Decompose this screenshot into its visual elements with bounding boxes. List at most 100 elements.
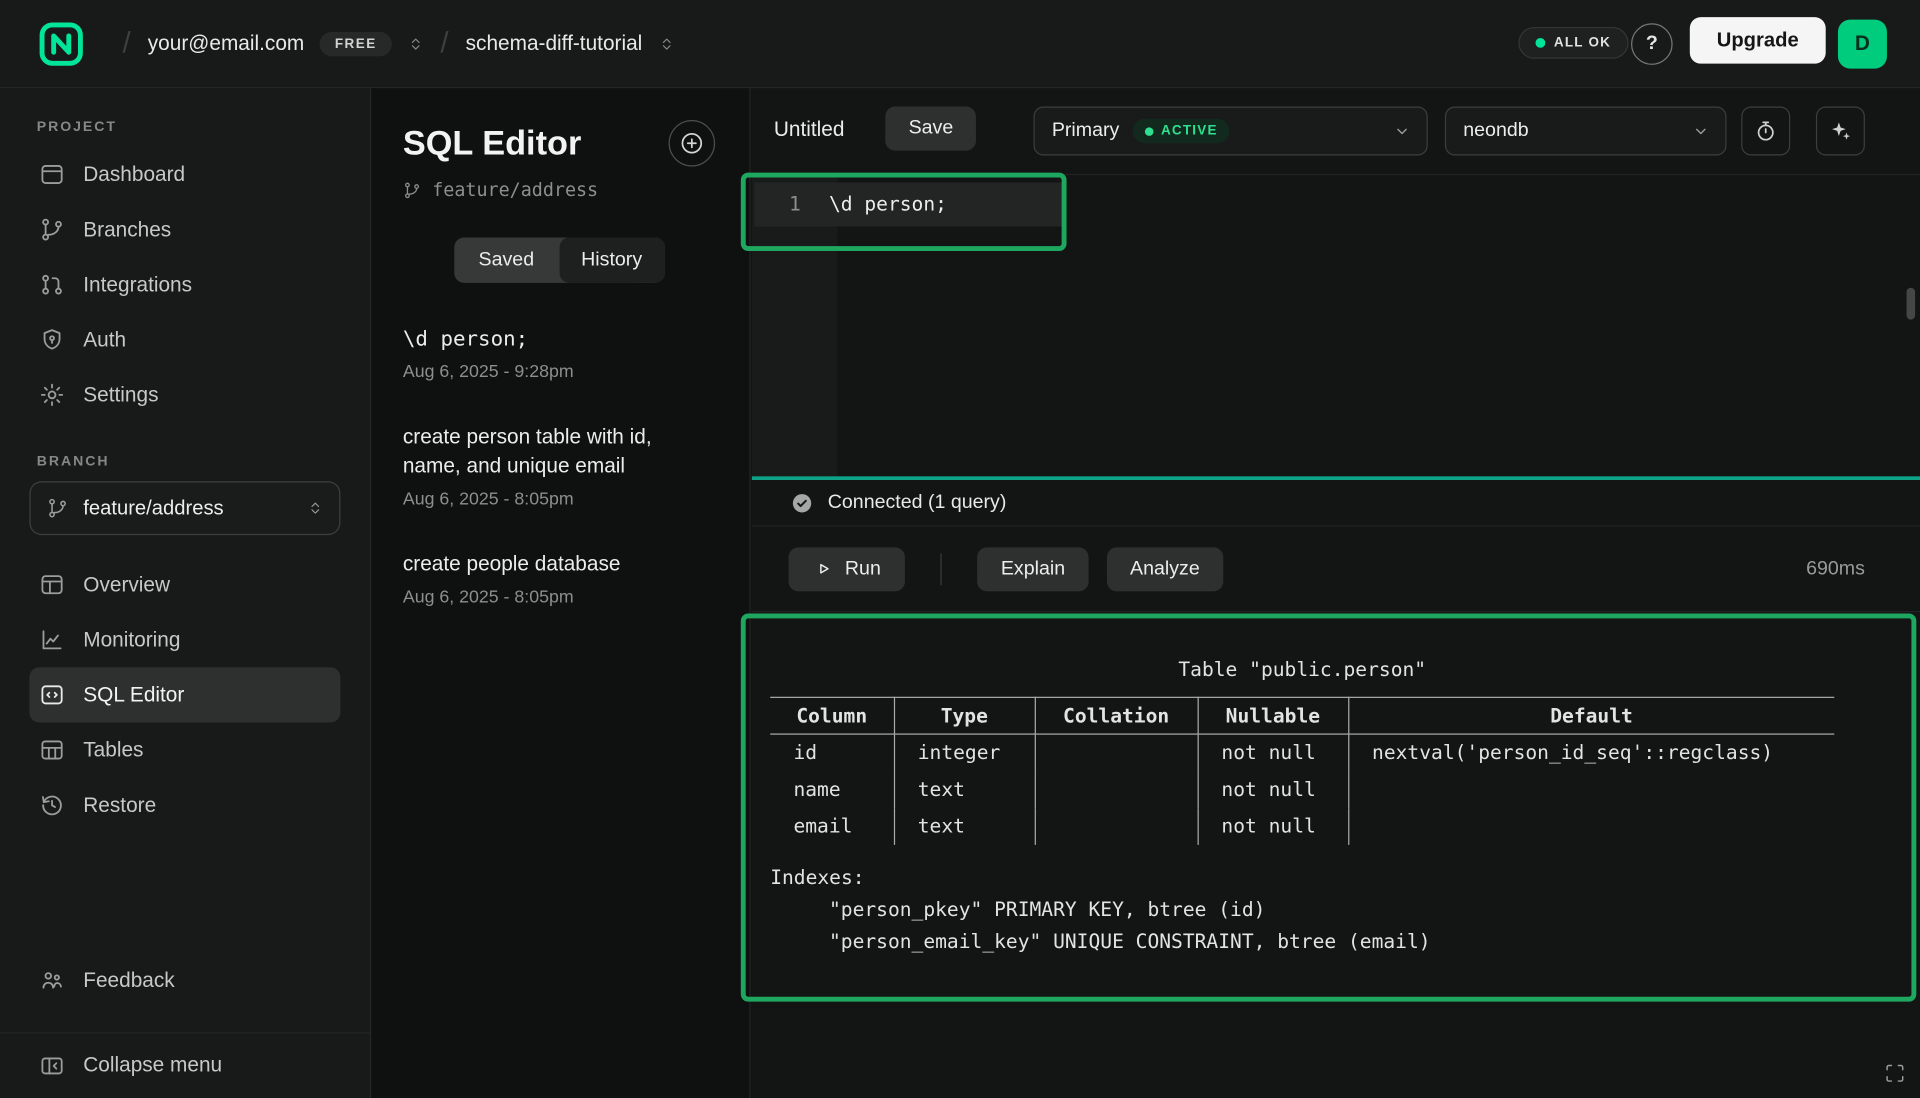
chevron-up-down-icon — [307, 498, 323, 518]
query-timer-button[interactable] — [1741, 107, 1790, 156]
run-button[interactable]: Run — [789, 547, 906, 591]
explain-button[interactable]: Explain — [978, 547, 1089, 591]
feedback-icon — [39, 967, 65, 993]
cell — [1348, 771, 1834, 808]
current-branch: feature/address — [403, 179, 715, 201]
sidebar-item-feedback[interactable]: Feedback — [29, 953, 340, 1008]
history-list: \d person; Aug 6, 2025 - 9:28pm create p… — [403, 324, 715, 607]
compute-selector[interactable]: Primary ACTIVE — [1033, 107, 1427, 156]
column-header: Column — [770, 697, 894, 734]
database-name: neondb — [1463, 120, 1528, 142]
status-label: ALL OK — [1554, 36, 1611, 51]
cell: not null — [1198, 734, 1349, 771]
help-button[interactable]: ? — [1631, 23, 1673, 65]
history-item-title: create people database — [403, 550, 715, 579]
analyze-button[interactable]: Analyze — [1107, 547, 1223, 591]
cell: name — [770, 771, 894, 808]
collapse-menu-label: Collapse menu — [83, 1053, 222, 1077]
page-title: SQL Editor — [403, 124, 581, 163]
branch-icon — [47, 497, 69, 519]
table-row: id integer not null nextval('person_id_s… — [770, 734, 1834, 771]
ai-assist-button[interactable] — [1816, 107, 1865, 156]
sidebar-item-overview[interactable]: Overview — [29, 557, 340, 612]
breadcrumb-separator: / — [440, 26, 448, 60]
sidebar-item-integrations[interactable]: Integrations — [29, 257, 340, 312]
branches-icon — [39, 217, 65, 243]
chevron-up-down-icon — [407, 34, 423, 54]
sidebar-item-label: Auth — [83, 328, 126, 352]
dashboard-icon — [39, 162, 65, 188]
top-header: / your@email.com FREE / schema-diff-tuto… — [0, 0, 1920, 88]
branch-selector[interactable]: feature/address — [29, 481, 340, 535]
sidebar-item-label: Dashboard — [83, 162, 185, 186]
sidebar-item-sql-editor[interactable]: SQL Editor — [29, 667, 340, 722]
expand-results-button[interactable] — [1884, 1063, 1905, 1084]
sql-code-editor[interactable]: 1 \d person; — [752, 175, 1920, 476]
account-breadcrumb[interactable]: your@email.com FREE — [148, 31, 423, 55]
plan-badge: FREE — [320, 31, 391, 55]
cell — [1348, 808, 1834, 845]
query-tab-title[interactable]: Untitled — [774, 118, 845, 142]
scrollbar-thumb[interactable] — [1907, 288, 1916, 320]
run-button-label: Run — [845, 558, 881, 580]
plus-icon — [680, 131, 704, 155]
history-item[interactable]: create people database Aug 6, 2025 - 8:0… — [403, 550, 715, 608]
branch-selector-value: feature/address — [83, 497, 292, 520]
sparkle-icon — [1828, 119, 1852, 143]
project-breadcrumb[interactable]: schema-diff-tutorial — [466, 31, 674, 55]
compute-status-label: ACTIVE — [1161, 124, 1218, 139]
query-result-output: Table "public.person" Column Type Collat… — [770, 658, 1834, 957]
tab-history[interactable]: History — [559, 238, 664, 283]
collapse-menu-button[interactable]: Collapse menu — [29, 1043, 340, 1087]
sidebar-item-tables[interactable]: Tables — [29, 722, 340, 777]
sidebar-item-label: Feedback — [83, 968, 174, 992]
breadcrumb-separator: / — [122, 26, 130, 60]
integrations-icon — [39, 272, 65, 298]
neon-console: / your@email.com FREE / schema-diff-tuto… — [0, 0, 1920, 1098]
sidebar-item-label: SQL Editor — [83, 683, 184, 707]
sidebar-item-dashboard[interactable]: Dashboard — [29, 147, 340, 202]
indexes-label: Indexes: — [770, 861, 1834, 893]
sidebar-item-settings[interactable]: Settings — [29, 367, 340, 422]
database-selector[interactable]: neondb — [1445, 107, 1727, 156]
sidebar-item-branches[interactable]: Branches — [29, 202, 340, 257]
cell: id — [770, 734, 894, 771]
current-branch-label: feature/address — [432, 179, 598, 201]
result-header-row: Column Type Collation Nullable Default — [770, 697, 1834, 734]
sidebar-item-restore[interactable]: Restore — [29, 778, 340, 833]
tab-saved[interactable]: Saved — [454, 238, 559, 283]
results-pane: Table "public.person" Column Type Collat… — [752, 612, 1920, 1098]
new-query-button[interactable] — [669, 120, 716, 167]
sidebar-item-label: Settings — [83, 383, 158, 407]
cell: integer — [894, 734, 1035, 771]
sidebar-item-label: Tables — [83, 738, 143, 762]
column-header: Collation — [1035, 697, 1198, 734]
stopwatch-icon — [1753, 119, 1777, 143]
expand-icon — [1884, 1063, 1905, 1084]
neon-logo-icon[interactable] — [37, 19, 86, 68]
index-line: "person_email_key" UNIQUE CONSTRAINT, bt… — [770, 925, 1834, 957]
code-line-text[interactable]: \d person; — [829, 192, 947, 215]
index-line: "person_pkey" PRIMARY KEY, btree (id) — [770, 893, 1834, 925]
play-icon — [813, 558, 834, 579]
sidebar-item-monitoring[interactable]: Monitoring — [29, 612, 340, 667]
history-item[interactable]: create person table with id, name, and u… — [403, 422, 715, 509]
status-badge[interactable]: ALL OK — [1518, 27, 1628, 59]
save-button[interactable]: Save — [885, 107, 976, 151]
chevron-down-icon — [1392, 121, 1412, 141]
sidebar-item-auth[interactable]: Auth — [29, 312, 340, 367]
connection-status-bar: Connected (1 query) — [752, 480, 1920, 527]
run-toolbar: Run Explain Analyze 690ms — [752, 527, 1920, 613]
sql-editor-panel: SQL Editor feature/address Saved History… — [372, 88, 750, 1098]
history-item[interactable]: \d person; Aug 6, 2025 - 9:28pm — [403, 324, 715, 382]
upgrade-button[interactable]: Upgrade — [1690, 17, 1826, 64]
settings-icon — [39, 382, 65, 408]
project-name: schema-diff-tutorial — [466, 31, 643, 55]
column-header: Default — [1348, 697, 1834, 734]
avatar[interactable]: D — [1838, 20, 1887, 69]
cell: not null — [1198, 771, 1349, 808]
editor-toolbar: Untitled Save Primary ACTIVE neondb — [752, 88, 1920, 175]
history-item-title: create person table with id, name, and u… — [403, 422, 715, 481]
status-dot-icon — [1145, 127, 1154, 136]
cell — [1035, 808, 1198, 845]
